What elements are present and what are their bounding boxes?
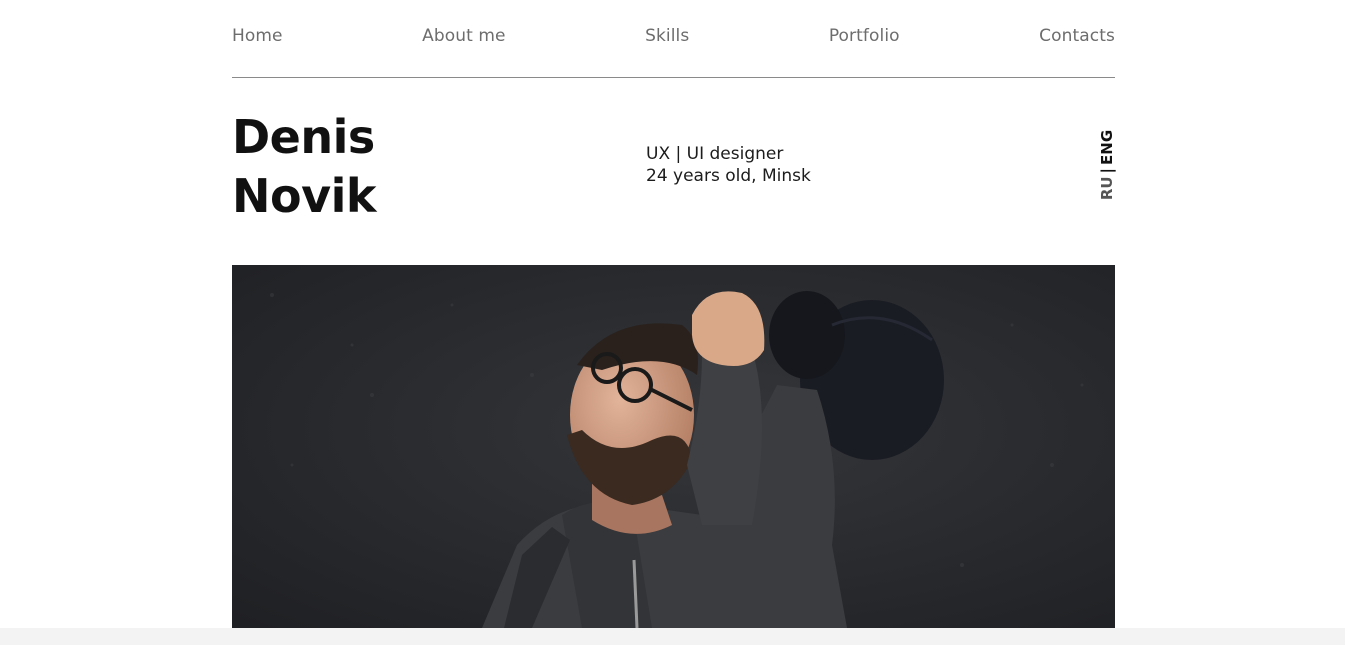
bio-block: UX | UI designer 24 years old, Minsk: [646, 143, 811, 187]
page-title: Denis Novik: [232, 108, 376, 226]
hero-section: Denis Novik UX | UI designer 24 years ol…: [232, 78, 1116, 264]
role-text: UX | UI designer: [646, 144, 784, 164]
page: Home About me Skills Portfolio Contacts …: [0, 0, 1345, 645]
nav-item-contacts[interactable]: Contacts: [1039, 26, 1115, 46]
age-location-text: 24 years old, Minsk: [646, 166, 811, 186]
language-switcher-label: RU | ENG: [1098, 130, 1116, 200]
profile-photo-illustration: [232, 265, 1115, 628]
nav-item-about-me[interactable]: About me: [422, 26, 505, 46]
footer-strip: [0, 628, 1345, 645]
first-name: Denis: [232, 110, 375, 164]
profile-photo: [232, 265, 1115, 628]
lang-eng-button[interactable]: ENG: [1098, 130, 1116, 165]
lang-separator: |: [1098, 167, 1116, 174]
lang-ru-button[interactable]: RU: [1098, 176, 1116, 200]
nav-item-skills[interactable]: Skills: [645, 26, 689, 46]
last-name: Novik: [232, 169, 376, 223]
nav-item-portfolio[interactable]: Portfolio: [829, 26, 900, 46]
language-switcher: RU | ENG: [1098, 130, 1116, 200]
main-container: Home About me Skills Portfolio Contacts …: [232, 0, 1116, 628]
nav-item-home[interactable]: Home: [232, 26, 283, 46]
top-navigation: Home About me Skills Portfolio Contacts: [232, 0, 1115, 78]
